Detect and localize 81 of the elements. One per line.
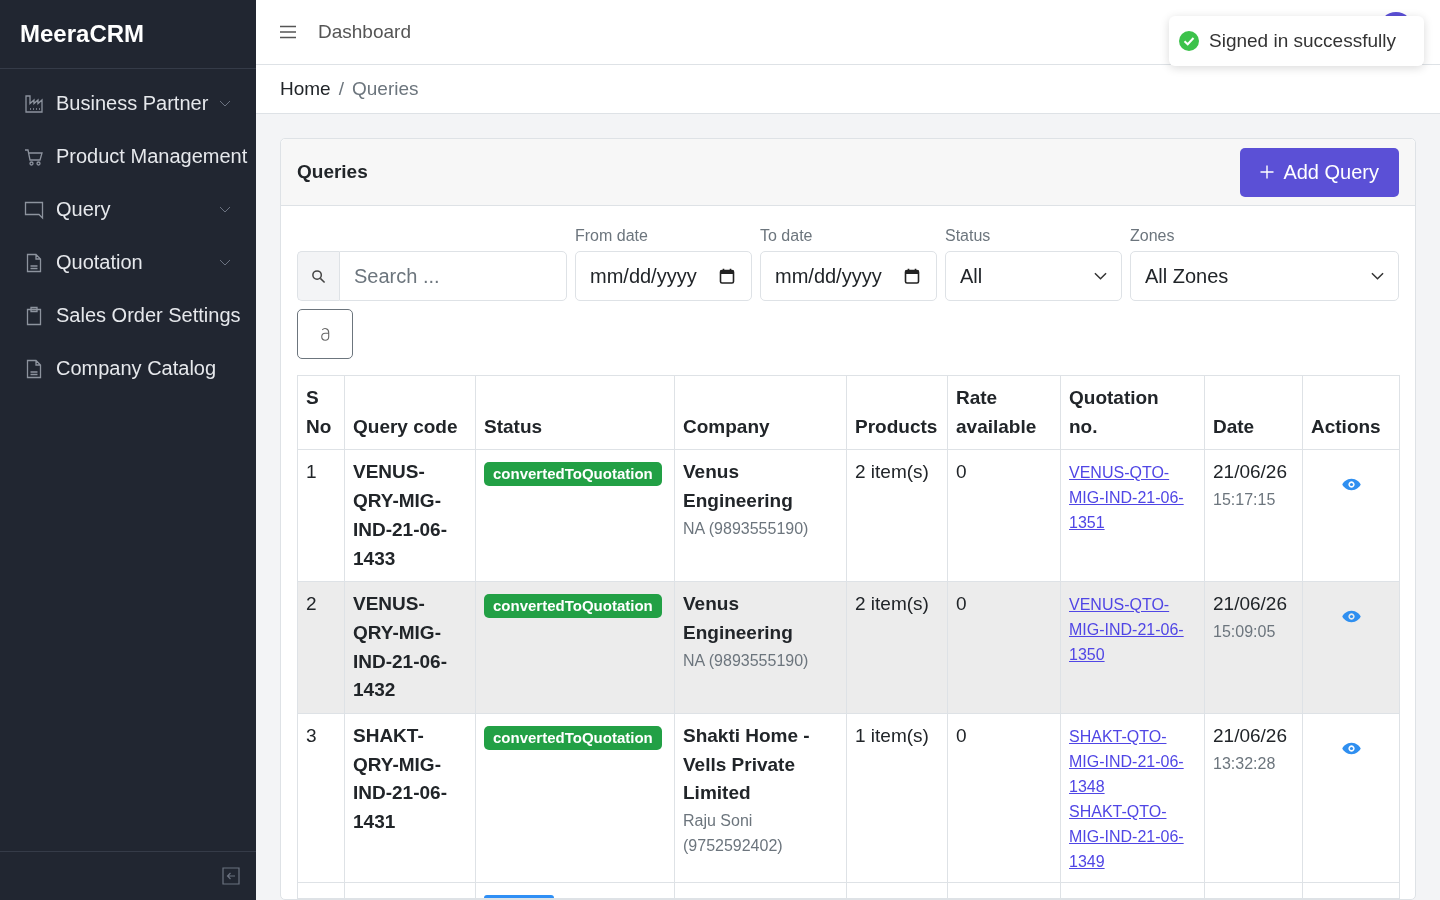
sidebar-item[interactable]: Quotation [0,236,256,289]
contact-text: NA (9893555190) [683,518,810,539]
column-header: Actions [1302,375,1400,450]
field-label: To date [760,227,814,245]
column-header: S No [297,375,345,450]
sidebar-item[interactable]: Product Management [0,130,256,183]
document-icon [24,252,44,273]
add-query-button[interactable]: Add Query [1240,147,1399,197]
status-badge: convertedToQuotation [484,726,662,751]
table-cell: VENUS-QRY-MIG-IND-21-06-1433 [344,449,476,582]
chevron-down-icon [1371,272,1384,280]
page-title: Dashboard [318,21,411,43]
breadcrumb-current: Queries [351,78,419,100]
quotation-link[interactable]: SHAKT-QTO-MIG-IND-21-06-1348 [1069,724,1196,800]
contact-text: Raju Soni (9752592402) [683,811,784,857]
status-select[interactable]: All [945,251,1122,301]
table-cell: SHAKT-QRY-MIG-IND-21-06-1431 [344,713,476,883]
table-cell: 1 item(s) [846,713,948,883]
breadcrumb-separator: / [338,78,344,100]
toast-message: Signed in successfully [1209,30,1396,52]
company-name: Venus Engineering [683,592,794,645]
sidebar-item[interactable]: Business Partner [0,77,256,130]
time-text: 13:32:28 [1213,753,1277,774]
calendar-icon[interactable] [904,268,920,284]
table-cell: 0 [947,449,1061,582]
column-header: Date [1204,375,1303,450]
table-cell: 0 [947,713,1061,883]
speech-bubble-icon [24,199,44,220]
table-cell: 2 item(s) [846,449,948,582]
sidebar-item[interactable]: Query [0,183,256,236]
date-text: 21/06/26 [1213,724,1288,749]
search-icon [297,251,339,301]
collapse-icon[interactable] [222,867,240,885]
eye-icon[interactable] [1341,742,1361,756]
status-badge: convertedToQuotation [484,462,662,487]
to-date-field[interactable]: mm/dd/yyyy [760,251,937,301]
column-header: Query code [344,375,476,450]
table-cell: 2 item(s) [846,581,948,714]
eye-icon[interactable] [1341,478,1361,492]
swirl-icon [319,326,331,342]
time-text: 15:09:05 [1213,621,1277,642]
date-text: 21/06/26 [1213,592,1288,617]
column-header: Status [475,375,675,450]
field-label: Zones [1130,227,1176,245]
time-text: 15:17:15 [1213,490,1277,511]
calendar-icon[interactable] [719,268,735,284]
zones-select[interactable]: All Zones [1130,251,1399,301]
clipboard-icon [24,305,44,326]
check-circle-icon [1179,31,1199,51]
column-header: Products [846,375,948,450]
table-cell: VENUS-QRY-MIG-IND-21-06-1432 [344,581,476,714]
cart-icon [24,146,44,167]
field-label: From date [575,227,649,245]
contact-text: NA (9893555190) [683,650,810,671]
date-text: 21/06/26 [1213,460,1288,485]
card-title: Queries [297,161,368,183]
search-field[interactable]: Search ... [339,251,567,301]
quotation-link[interactable]: SHAKT-QTO-MIG-IND-21-06-1349 [1069,799,1196,875]
column-header: Rate available [947,375,1061,450]
company-name: Shakti Home - Vells Private Limited [683,724,811,806]
sidebar-item[interactable]: Sales Order Settings [0,289,256,342]
table-cell: 0 [947,581,1061,714]
breadcrumb-link[interactable]: Home [280,78,331,100]
chevron-down-icon [1094,272,1107,280]
menu-icon[interactable] [280,25,296,39]
field-label: Status [945,227,992,245]
factory-icon [24,93,44,114]
reset-button[interactable] [297,309,353,359]
column-header: Company [674,375,847,450]
plus-icon [1260,165,1275,179]
column-header: Quotation no. [1060,375,1205,450]
eye-icon[interactable] [1341,610,1361,624]
table-cell: 1 [297,449,345,582]
sidebar-item[interactable]: Company Catalog [0,342,256,395]
table-cell: 3 [297,713,345,883]
from-date-field[interactable]: mm/dd/yyyy [575,251,752,301]
company-name: Venus Engineering [683,460,794,514]
document-icon [24,358,44,379]
brand-name: MeeraCRM [20,20,145,48]
table-cell: 2 [297,581,345,714]
status-badge: convertedToQuotation [484,594,662,619]
